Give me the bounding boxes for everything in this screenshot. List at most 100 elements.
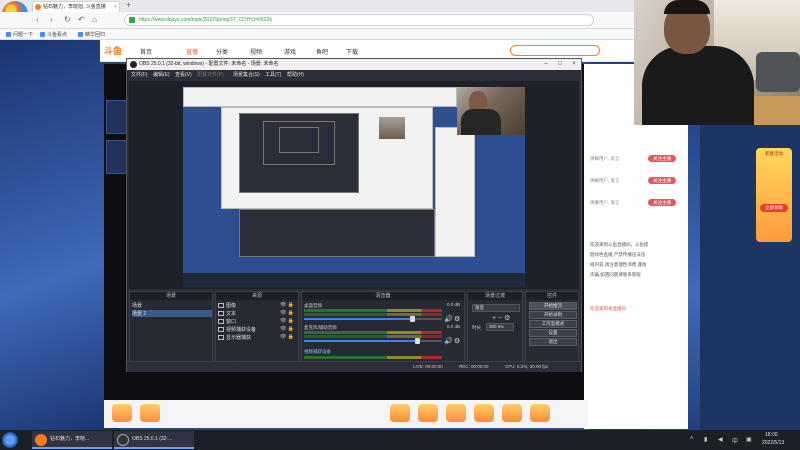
site-search-input[interactable] [510, 45, 600, 56]
source-item[interactable]: 视频捕获设备 [218, 326, 256, 333]
bookmark-item[interactable]: 问题一下 [6, 31, 33, 38]
tray-network-icon[interactable]: ▮ [704, 436, 711, 443]
site-nav-item[interactable]: 游戏 [284, 47, 296, 56]
site-nav-item[interactable]: 直播 [186, 47, 198, 56]
speaker-icon[interactable]: 🔊 [444, 315, 453, 323]
source-item[interactable]: 文本 [218, 310, 236, 317]
exit-button[interactable]: 退出 [529, 338, 577, 346]
menu-profile[interactable]: 配置文件(P) [197, 71, 224, 78]
visibility-lock-icons[interactable]: 👁 🔒 [280, 334, 294, 340]
url-text: https://www.douyu.com/topic/2022SprlngST… [139, 17, 272, 23]
new-tab-button[interactable]: + [126, 0, 131, 10]
volume-slider[interactable] [304, 338, 442, 344]
volume-slider-knob[interactable] [415, 338, 421, 344]
start-menu-button[interactable] [2, 432, 18, 448]
menu-scene-collection[interactable]: 场景集合(S) [233, 71, 260, 78]
speaker-icon[interactable]: 🔊 [444, 337, 453, 345]
forward-icon[interactable]: › [50, 15, 53, 24]
source-item[interactable]: 窗口 [218, 318, 236, 325]
gift-icon[interactable] [112, 404, 132, 422]
site-nav-item[interactable]: 下载 [346, 47, 358, 56]
mixer-channel: 桌面音频 0.0 dB 🔊 ⚙ [304, 302, 464, 323]
scene-item[interactable]: 场景 2 [132, 310, 212, 317]
menu-file[interactable]: 文件(F) [131, 71, 147, 78]
promo-card[interactable]: 新春活动 立即领取 [756, 148, 792, 242]
tab-close-icon[interactable]: × [114, 2, 117, 12]
tray-ime-icon[interactable]: 中 [732, 436, 739, 445]
nested-obs-docks [239, 209, 435, 257]
visibility-lock-icons[interactable]: 👁 🔒 [280, 302, 294, 308]
start-recording-button[interactable]: 开始录制 [529, 311, 577, 319]
close-icon[interactable]: × [567, 59, 581, 70]
maximize-icon[interactable]: □ [553, 59, 567, 70]
transition-select[interactable]: 渐变 [472, 304, 520, 312]
minimize-icon[interactable]: – [539, 59, 553, 70]
menu-help[interactable]: 帮助(H) [287, 71, 304, 78]
gift-icon[interactable] [502, 404, 522, 422]
taskbar-browser-item[interactable]: 钻石魅力，李晓... [32, 431, 112, 449]
obs-titlebar[interactable]: OBS 25.0.1 (32-bit, windows) - 配置文件: 未命名… [127, 59, 581, 70]
gift-icon[interactable] [446, 404, 466, 422]
menu-view[interactable]: 查看(V) [175, 71, 192, 78]
site-nav-item[interactable]: 分类 [216, 47, 228, 56]
chat-username: 弹幕用户, 发言 [590, 200, 620, 205]
bookmarks-bar: 问题一下 斗鱼看点 精华回归 [0, 29, 634, 40]
visibility-lock-icons[interactable]: 👁 🔒 [280, 310, 294, 316]
nested-browser-chrome [183, 87, 457, 107]
menu-tools[interactable]: 工具(T) [265, 71, 281, 78]
home-icon[interactable]: ⌂ [92, 15, 97, 24]
gift-icon[interactable] [474, 404, 494, 422]
taskbar-obs-item[interactable]: OBS 25.0.1 (32-... [114, 431, 194, 449]
site-nav-item[interactable]: 视频 [250, 47, 262, 56]
source-item[interactable]: 图像 [218, 302, 236, 309]
bookmark-item[interactable]: 精华回归 [78, 31, 105, 38]
obs-preview[interactable] [129, 81, 579, 289]
browser-tab-active[interactable]: 钻石魅力，李晓旭, 斗鱼直播 × [32, 1, 120, 12]
menu-edit[interactable]: 编辑(E) [153, 71, 170, 78]
duration-input[interactable]: 300 ms [486, 323, 514, 331]
mixer-channel-name: 桌面音频 [304, 303, 322, 308]
tray-notification-icon[interactable]: ▣ [746, 436, 753, 443]
gear-icon[interactable]: ⚙ [454, 337, 460, 345]
transition-toolbar[interactable]: + − ⚙ [492, 314, 510, 322]
site-nav-item[interactable]: 首页 [140, 47, 152, 56]
clock-date[interactable]: 2022/5/13 [762, 440, 784, 446]
bookmark-item[interactable]: 斗鱼看点 [40, 31, 67, 38]
undo-icon[interactable]: ↶ [78, 15, 85, 24]
reload-icon[interactable]: ↻ [64, 15, 71, 24]
audio-meter [304, 313, 442, 316]
site-nav-item[interactable]: 鱼吧 [316, 47, 328, 56]
mixer-channel-db: 0.0 dB [446, 324, 460, 329]
clock-time[interactable]: 18:00 [765, 432, 778, 438]
gift-icon[interactable] [390, 404, 410, 422]
source-item[interactable]: 显示器捕获 [218, 334, 251, 341]
follow-button[interactable]: 关注主播 [648, 199, 676, 206]
tray-chevron-icon[interactable]: ˄ [690, 436, 697, 443]
gift-icon[interactable] [418, 404, 438, 422]
scene-item[interactable]: 场景 [132, 302, 142, 309]
nested-webcam [379, 117, 405, 139]
back-icon[interactable]: ‹ [36, 15, 39, 24]
gift-icon[interactable] [140, 404, 160, 422]
browser-navbar: ‹ › ↻ ↶ ⌂ https://www.douyu.com/topic/20… [0, 12, 634, 29]
promo-card-button[interactable]: 立即领取 [760, 204, 788, 212]
settings-button[interactable]: 设置 [529, 329, 577, 337]
follow-button[interactable]: 关注主播 [648, 155, 676, 162]
start-streaming-button[interactable]: 开始推流 [529, 302, 577, 310]
visibility-lock-icons[interactable]: 👁 🔒 [280, 318, 294, 324]
address-bar[interactable]: https://www.douyu.com/topic/2022SprlngST… [124, 14, 594, 26]
follow-button[interactable]: 关注主播 [648, 177, 676, 184]
transitions-dock: 场景过渡 渐变 + − ⚙ 时长 300 ms [467, 291, 523, 371]
site-logo[interactable]: 斗鱼 [104, 44, 122, 57]
volume-slider-knob[interactable] [409, 316, 415, 322]
sources-dock-header: 来源 [216, 292, 298, 300]
gift-icon[interactable] [530, 404, 550, 422]
tray-volume-icon[interactable]: ◀ [718, 436, 725, 443]
obs-menubar: 文件(F) 编辑(E) 查看(V) 配置文件(P) 场景集合(S) 工具(T) … [127, 70, 581, 80]
volume-slider[interactable] [304, 316, 442, 322]
tab-label: 钻石魅力，李晓旭, 斗鱼直播 [43, 4, 106, 10]
gear-icon[interactable]: ⚙ [454, 315, 460, 323]
studio-mode-button[interactable]: 工作室模式 [529, 320, 577, 328]
preview-canvas[interactable] [183, 87, 525, 287]
visibility-lock-icons[interactable]: 👁 🔒 [280, 326, 294, 332]
